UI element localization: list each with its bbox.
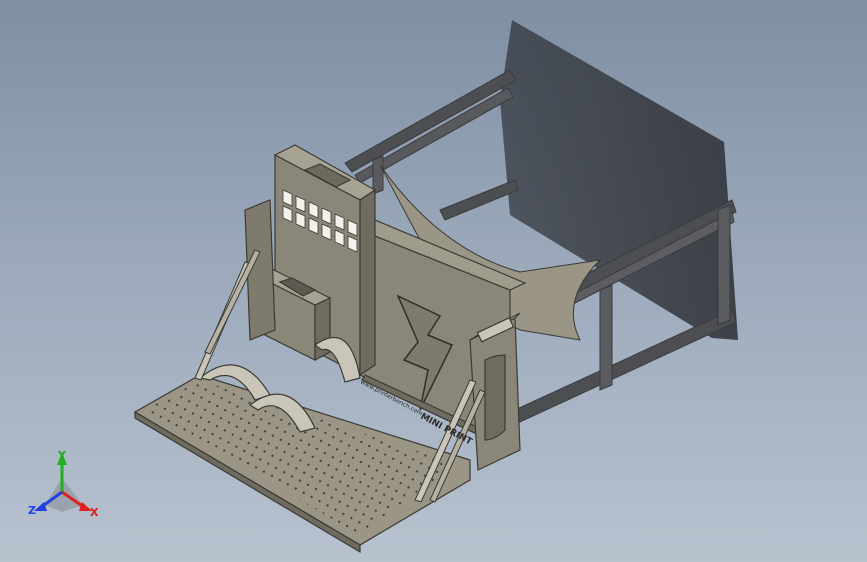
right-end-plate[interactable] bbox=[469, 312, 521, 471]
x-axis-label: X bbox=[90, 506, 99, 519]
end-plate-handle bbox=[484, 354, 506, 441]
cad-graphics-area[interactable]: www.printerbench.com MINI PRINT Y X Z bbox=[0, 0, 867, 562]
left-storage-tower[interactable] bbox=[244, 144, 377, 377]
view-orientation-triad[interactable]: Y X Z bbox=[28, 449, 99, 519]
model-view[interactable]: www.printerbench.com MINI PRINT Y X Z bbox=[0, 0, 867, 562]
z-axis-label: Z bbox=[28, 504, 36, 517]
y-axis-label: Y bbox=[57, 449, 67, 462]
